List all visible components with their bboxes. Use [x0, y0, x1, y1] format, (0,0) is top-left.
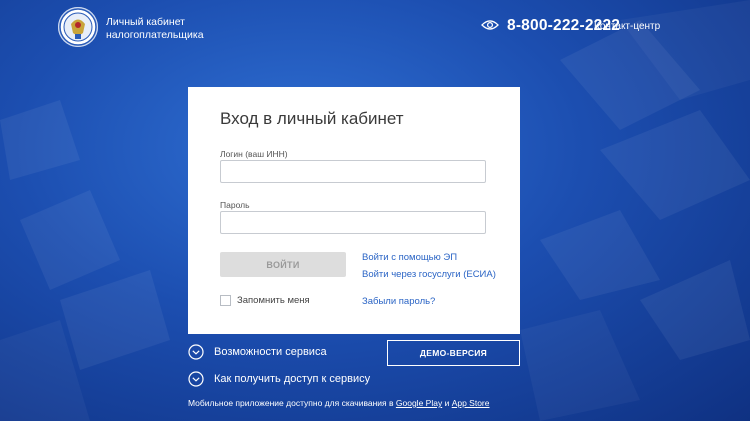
- login-label: Логин (ваш ИНН): [220, 149, 288, 159]
- brand-title[interactable]: Личный кабинет налогоплательщика: [106, 16, 204, 42]
- app-store-link[interactable]: App Store: [452, 398, 490, 408]
- features-label: Возможности сервиса: [214, 346, 327, 358]
- eye-icon[interactable]: [481, 19, 499, 31]
- remember-me[interactable]: Запомнить меня: [220, 295, 310, 306]
- remember-checkbox[interactable]: [220, 295, 231, 306]
- login-card: Вход в личный кабинет Логин (ваш ИНН) Па…: [188, 87, 520, 334]
- mobile-app-note: Мобильное приложение доступно для скачив…: [188, 398, 490, 408]
- contact-center-link[interactable]: Контакт-центр: [594, 21, 660, 32]
- login-ep-link[interactable]: Войти с помощью ЭП: [362, 252, 457, 263]
- features-toggle[interactable]: Возможности сервиса: [188, 344, 327, 360]
- password-label: Пароль: [220, 200, 250, 210]
- login-input[interactable]: [220, 160, 486, 183]
- mobile-note-text: Мобильное приложение доступно для скачив…: [188, 398, 396, 408]
- brand-line-1: Личный кабинет: [106, 16, 185, 28]
- forgot-password-link[interactable]: Забыли пароль?: [362, 296, 435, 307]
- password-input[interactable]: [220, 211, 486, 234]
- google-play-link[interactable]: Google Play: [396, 398, 442, 408]
- login-title: Вход в личный кабинет: [220, 109, 404, 128]
- chevron-down-circle-icon: [188, 344, 204, 360]
- login-esia-link[interactable]: Войти через госуслуги (ЕСИА): [362, 269, 496, 280]
- brand-line-2: налогоплательщика: [106, 29, 204, 41]
- demo-button[interactable]: ДЕМО-ВЕРСИЯ: [387, 340, 520, 366]
- mobile-note-and: и: [442, 398, 452, 408]
- chevron-down-circle-icon: [188, 371, 204, 387]
- access-label: Как получить доступ к сервису: [214, 373, 371, 385]
- login-button[interactable]: ВОЙТИ: [220, 252, 346, 277]
- fns-emblem-logo[interactable]: [58, 7, 98, 47]
- access-toggle[interactable]: Как получить доступ к сервису: [188, 371, 370, 387]
- remember-label: Запомнить меня: [237, 295, 310, 306]
- fns-emblem-icon: [59, 8, 97, 46]
